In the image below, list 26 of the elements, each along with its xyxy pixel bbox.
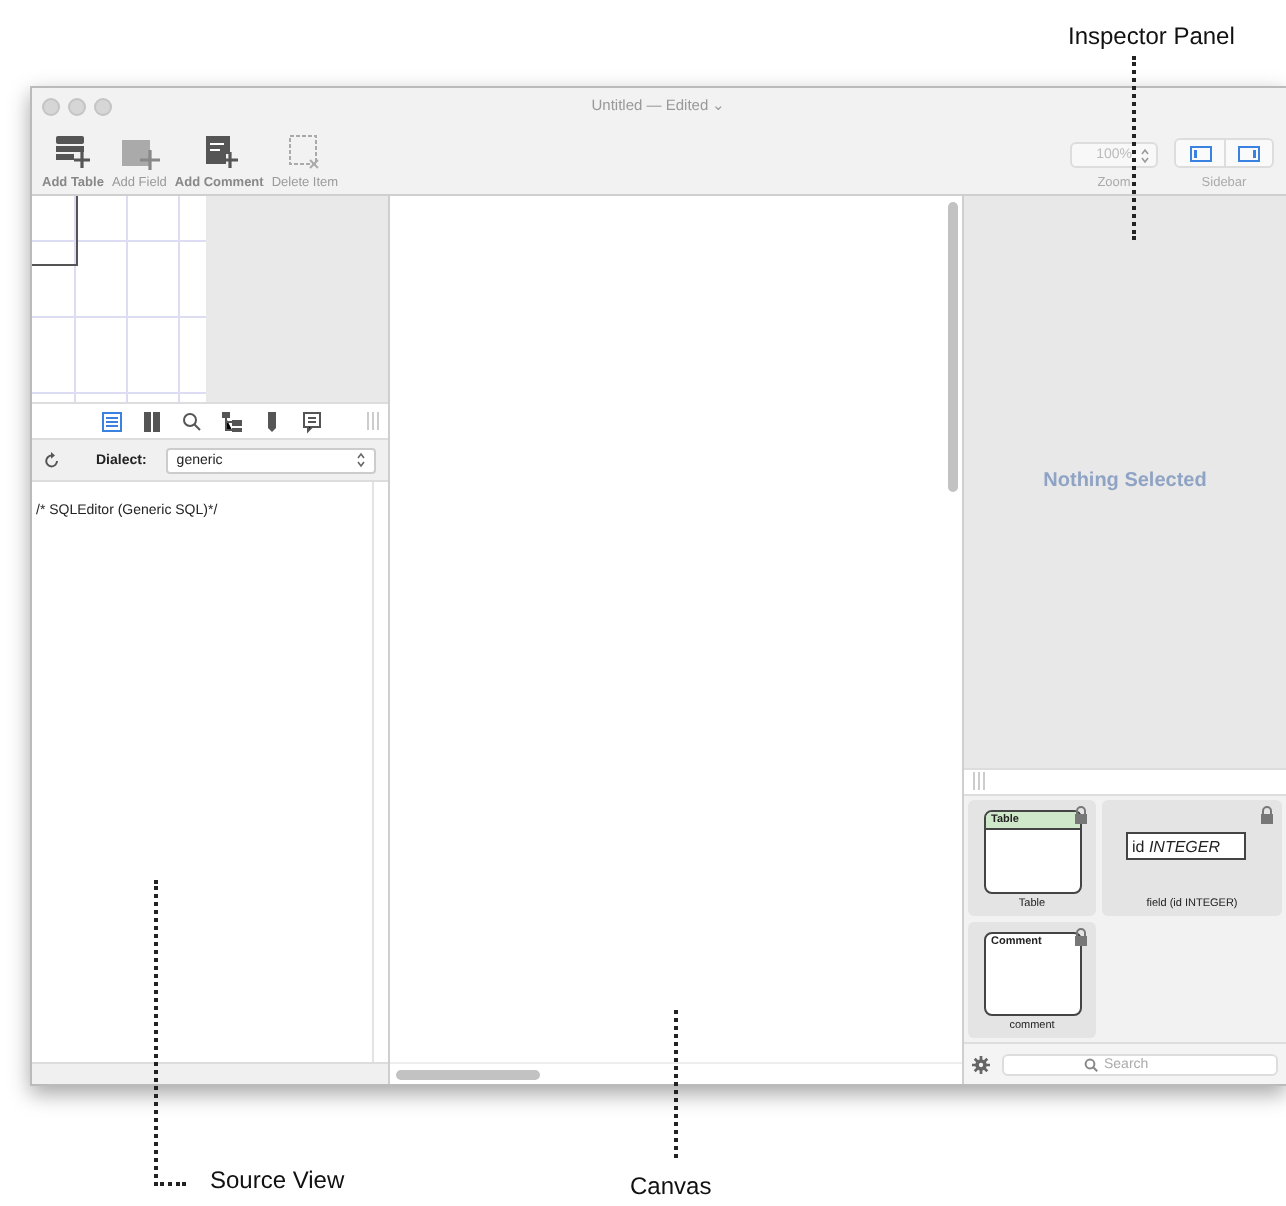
grip-icon[interactable] <box>972 772 986 791</box>
stepper-icon <box>356 452 367 468</box>
empty-message: Nothing Selected <box>1043 470 1207 493</box>
list-icon <box>100 409 124 433</box>
panel-icon <box>1238 145 1260 161</box>
lock-icon <box>1260 806 1274 825</box>
scrollbar-thumb[interactable] <box>947 202 957 492</box>
settings-icon[interactable] <box>972 1055 990 1074</box>
field-card: id INTEGER <box>1126 832 1247 861</box>
tree-icon <box>220 409 244 433</box>
note-icon <box>300 409 324 433</box>
delete-toolbar-icon <box>284 132 325 170</box>
callout-label: Inspector Panel <box>1068 22 1235 50</box>
book-icon <box>140 409 164 433</box>
lock-icon <box>1074 806 1088 825</box>
refresh-icon[interactable] <box>44 451 60 469</box>
search-icon <box>180 409 204 433</box>
lock-icon <box>1074 928 1088 947</box>
stepper-icon <box>1140 148 1150 164</box>
panel-icon <box>1189 145 1211 161</box>
callout-label: Canvas <box>630 1172 712 1200</box>
grip-icon[interactable] <box>366 412 381 430</box>
callout-label: Source View <box>210 1166 345 1194</box>
scrollbar-thumb[interactable] <box>396 1069 541 1079</box>
table-toolbar-icon <box>52 132 93 170</box>
search-icon <box>1084 1057 1098 1072</box>
